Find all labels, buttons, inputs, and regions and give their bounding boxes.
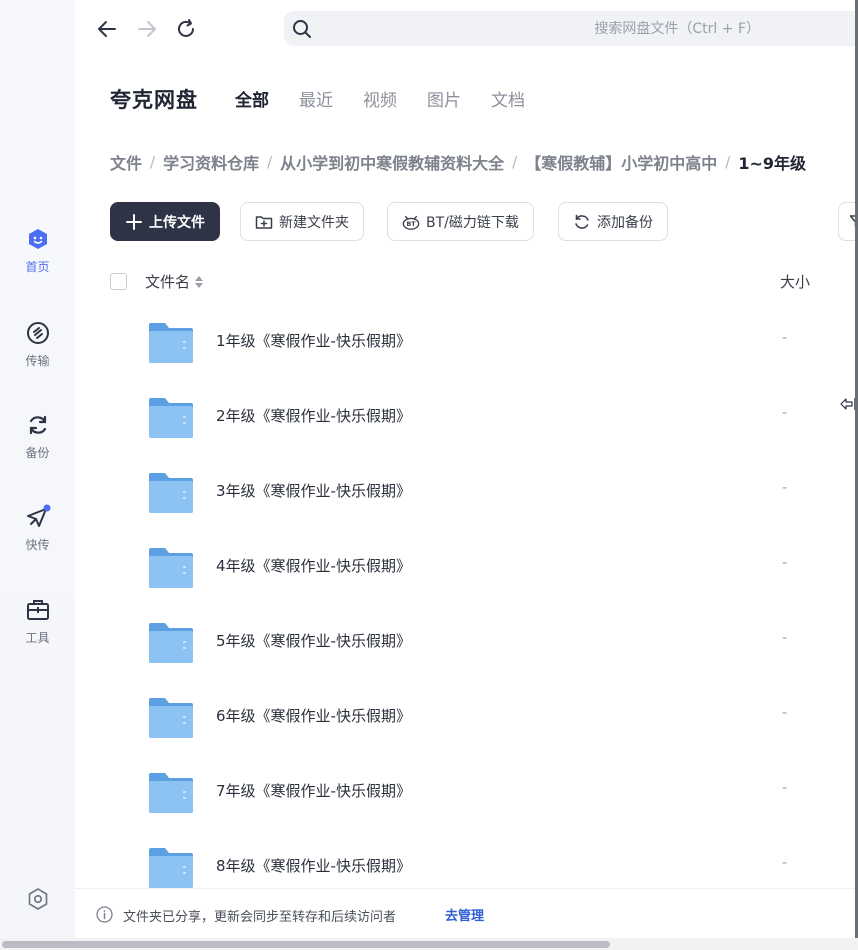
folder-icon [147,546,195,590]
manage-share-link[interactable]: 去管理 [445,905,484,924]
folder-icon [147,321,195,365]
category-tabs: 全部 最近 视频 图片 文档 [235,86,555,111]
refresh-button[interactable] [173,16,199,42]
table-row[interactable]: 2年级《寒假作业-快乐假期》 - [110,381,858,456]
file-size: - [782,855,788,871]
transfer-icon [25,320,51,346]
column-header-size[interactable]: 大小 [780,271,810,292]
sort-icon [195,275,204,288]
backup-sync-icon [573,213,591,231]
horizontal-scrollbar[interactable] [0,938,858,950]
forward-button[interactable] [134,16,160,42]
new-folder-label: 新建文件夹 [279,214,349,231]
file-name[interactable]: 2年级《寒假作业-快乐假期》 [216,405,411,426]
tab-images[interactable]: 图片 [427,86,461,111]
sidebar-item-label: 首页 [25,260,50,274]
arrow-left-icon [98,21,116,37]
table-row[interactable]: 7年级《寒假作业-快乐假期》 - [110,756,858,831]
refresh-icon [178,19,194,37]
home-face-icon [25,226,51,252]
file-size: - [782,405,788,421]
tab-all[interactable]: 全部 [235,86,269,111]
toolbox-icon [25,597,51,623]
file-name[interactable]: 4年级《寒假作业-快乐假期》 [216,555,411,576]
sidebar-item-quick-send[interactable]: 快传 [0,504,75,553]
add-backup-button[interactable]: 添加备份 [558,202,668,241]
left-sidebar: 首页 传输 备份 快传 工具 [0,0,75,938]
breadcrumb-item[interactable]: 文件 [110,150,142,174]
new-folder-button[interactable]: 新建文件夹 [240,202,364,241]
table-row[interactable]: 4年级《寒假作业-快乐假期》 - [110,531,858,606]
breadcrumb-item[interactable]: 学习资料仓库 [163,150,259,174]
tab-documents[interactable]: 文档 [491,86,525,111]
breadcrumb-separator: / [267,153,273,171]
table-row[interactable]: 3年级《寒假作业-快乐假期》 - [110,456,858,531]
tab-video[interactable]: 视频 [363,86,397,111]
back-button[interactable] [94,16,120,42]
select-all-checkbox[interactable] [110,273,127,290]
folder-icon [147,621,195,665]
file-size: - [782,780,788,796]
file-name[interactable]: 7年级《寒假作业-快乐假期》 [216,780,411,801]
folder-icon [147,471,195,515]
tab-recent[interactable]: 最近 [299,86,333,111]
bt-magnet-download-label: BT/磁力链下载 [426,214,519,231]
table-row[interactable]: 6年级《寒假作业-快乐假期》 - [110,681,858,756]
column-header-name-label: 文件名 [145,273,191,291]
file-name[interactable]: 1年级《寒假作业-快乐假期》 [216,330,411,351]
file-size: - [782,555,788,571]
file-name[interactable]: 6年级《寒假作业-快乐假期》 [216,705,411,726]
upload-file-label: 上传文件 [149,214,205,231]
brand-title: 夸克网盘 [110,88,198,112]
breadcrumb-separator: / [725,153,731,171]
breadcrumb-item[interactable]: 从小学到初中寒假教辅资料大全 [280,150,504,174]
upload-file-button[interactable]: 上传文件 [110,202,220,241]
folder-icon [147,846,195,890]
sidebar-item-home[interactable]: 首页 [0,226,75,275]
settings-hexagon-icon[interactable] [25,886,51,912]
plus-icon [125,213,143,231]
sidebar-item-label: 工具 [25,631,50,645]
column-header-name[interactable]: 文件名 [145,271,204,292]
breadcrumb-item[interactable]: 【寒假教辅】小学初中高中 [525,150,717,174]
info-icon [96,906,113,923]
arrow-right-icon [138,21,156,37]
search-icon [292,19,312,39]
table-row[interactable]: 1年级《寒假作业-快乐假期》 - [110,306,858,381]
sidebar-item-label: 传输 [25,354,50,368]
new-folder-icon [255,213,273,231]
folder-icon [147,396,195,440]
quick-send-icon [25,504,51,530]
breadcrumb-separator: / [150,153,156,171]
file-name[interactable]: 5年级《寒假作业-快乐假期》 [216,630,411,651]
backup-icon [25,412,51,438]
file-size: - [782,480,788,496]
breadcrumb: 文件 / 学习资料仓库 / 从小学到初中寒假教辅资料大全 / 【寒假教辅】小学初… [110,150,806,174]
file-name[interactable]: 8年级《寒假作业-快乐假期》 [216,855,411,876]
search-input[interactable] [320,11,760,46]
add-backup-label: 添加备份 [597,214,653,231]
bt-magnet-download-button[interactable]: BT BT/磁力链下载 [387,202,534,241]
file-size: - [782,330,788,346]
bt-icon: BT [402,213,420,231]
table-row[interactable]: 5年级《寒假作业-快乐假期》 - [110,606,858,681]
sidebar-item-label: 备份 [25,446,50,460]
sidebar-item-label: 快传 [25,538,50,552]
sidebar-item-transfer[interactable]: 传输 [0,320,75,369]
share-notice-text: 文件夹已分享，更新会同步至转存和后续访问者 [123,910,397,925]
svg-text:BT: BT [406,221,416,228]
file-name[interactable]: 3年级《寒假作业-快乐假期》 [216,480,411,501]
file-size: - [782,705,788,721]
sidebar-item-tools[interactable]: 工具 [0,597,75,646]
share-notice-bar: 文件夹已分享，更新会同步至转存和后续访问者 去管理 [75,888,858,938]
search-box[interactable] [284,11,858,46]
horizontal-scrollbar-thumb[interactable] [2,941,610,948]
folder-icon [147,771,195,815]
breadcrumb-current: 1~9年级 [738,154,806,173]
breadcrumb-separator: / [512,153,518,171]
sidebar-item-backup[interactable]: 备份 [0,412,75,461]
folder-icon [147,696,195,740]
file-size: - [782,630,788,646]
